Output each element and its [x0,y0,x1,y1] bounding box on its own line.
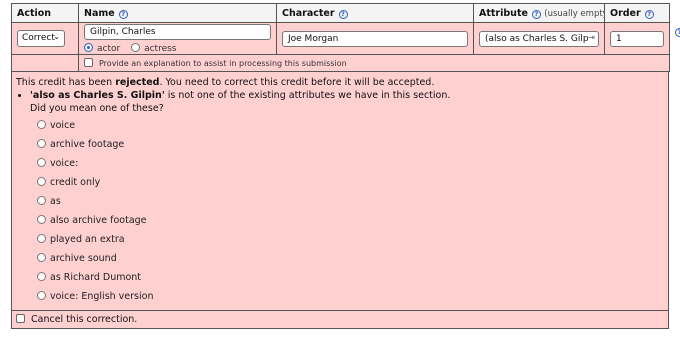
explanation-row: Provide an explanation to assist in proc… [11,54,670,72]
suggestion-list: voice archive footage voice: credit only… [16,116,664,306]
explanation-cell: Provide an explanation to assist in proc… [78,54,670,72]
help-icon[interactable]: ? [118,9,128,19]
character-input[interactable]: Joe Morgan [282,30,468,47]
suggestion-question: Did you mean one of these? [30,103,164,114]
header-action: Action [11,3,79,23]
attribute-cell: (also as Charles S. Gilp ⇥ [473,22,605,55]
name-input[interactable]: Gilpin, Charles [84,23,271,40]
explanation-label: Provide an explanation to assist in proc… [99,58,347,68]
suggestion-radio[interactable] [37,253,46,262]
help-icon[interactable]: ? [675,28,680,37]
suggestion-radio[interactable] [37,139,46,148]
name-cell: Gilpin, Charles actor actress [78,22,277,55]
header-row: Action Name? Character? Attribute? (usua… [11,3,670,23]
suggestion-option[interactable]: voice [16,116,664,135]
attribute-hint: (usually empty) [544,8,605,19]
rejection-line: This credit has been rejected. You need … [16,77,435,88]
suggestion-option[interactable]: archive sound [16,249,664,268]
explanation-checkbox[interactable] [84,57,93,67]
suggestion-option[interactable]: archive footage [16,135,664,154]
cancel-correction-row[interactable]: Cancel this correction. [11,311,669,329]
suggestion-option[interactable]: voice: [16,154,664,173]
character-cell: Joe Morgan [276,22,474,55]
header-character: Character? [276,3,474,23]
suggestion-radio[interactable] [37,291,46,300]
header-order: Order? [604,3,670,23]
suggestion-option[interactable]: also archive footage [16,211,664,230]
action-select[interactable]: Correct ⌄ [17,30,65,47]
help-icon[interactable]: ? [338,9,348,19]
attribute-input[interactable]: (also as Charles S. Gilp ⇥ [479,30,599,47]
suggestion-option[interactable]: as Richard Dumont [16,268,664,287]
actor-radio[interactable] [84,42,93,52]
rejection-list: 'also as Charles S. Gilpin' is not one o… [16,90,664,101]
rejection-reason: 'also as Charles S. Gilpin' is not one o… [30,90,664,101]
suggestion-radio[interactable] [37,120,46,129]
suggestion-radio[interactable] [37,158,46,167]
suggestion-radio[interactable] [37,272,46,281]
cancel-checkbox[interactable] [16,314,25,323]
suggestion-option[interactable]: as [16,192,664,211]
suggestion-radio[interactable] [37,215,46,224]
order-input[interactable]: 1 [610,30,664,47]
suggestion-radio[interactable] [37,234,46,243]
header-attribute: Attribute? (usually empty) [473,3,605,23]
suggestion-radio[interactable] [37,196,46,205]
action-cell: Correct ⌄ [11,22,79,55]
actress-radio[interactable] [131,42,141,52]
explanation-spacer [11,54,79,72]
chevron-down-icon: ⌄ [53,32,60,41]
role-radio-group: actor actress [84,42,271,54]
actor-label: actor [97,43,121,54]
credit-table: Action Name? Character? Attribute? (usua… [11,3,670,72]
help-icon[interactable]: ? [644,9,654,19]
header-name: Name? [78,3,277,23]
cancel-label: Cancel this correction. [31,314,138,325]
credit-form: Action Name? Character? Attribute? (usua… [11,3,670,329]
picker-icon[interactable]: ⇥ [588,33,595,42]
credit-row: Correct ⌄ Gilpin, Charles actor actress J… [11,22,670,55]
suggestion-option[interactable]: played an extra [16,230,664,249]
suggestion-option[interactable]: voice: English version [16,287,664,306]
help-icon[interactable]: ? [531,9,541,19]
suggestion-option[interactable]: credit only [16,173,664,192]
actress-label: actress [144,43,177,54]
order-cell: 1 [604,22,670,55]
rejection-message: This credit has been rejected. You need … [11,72,669,311]
suggestion-radio[interactable] [37,177,46,186]
